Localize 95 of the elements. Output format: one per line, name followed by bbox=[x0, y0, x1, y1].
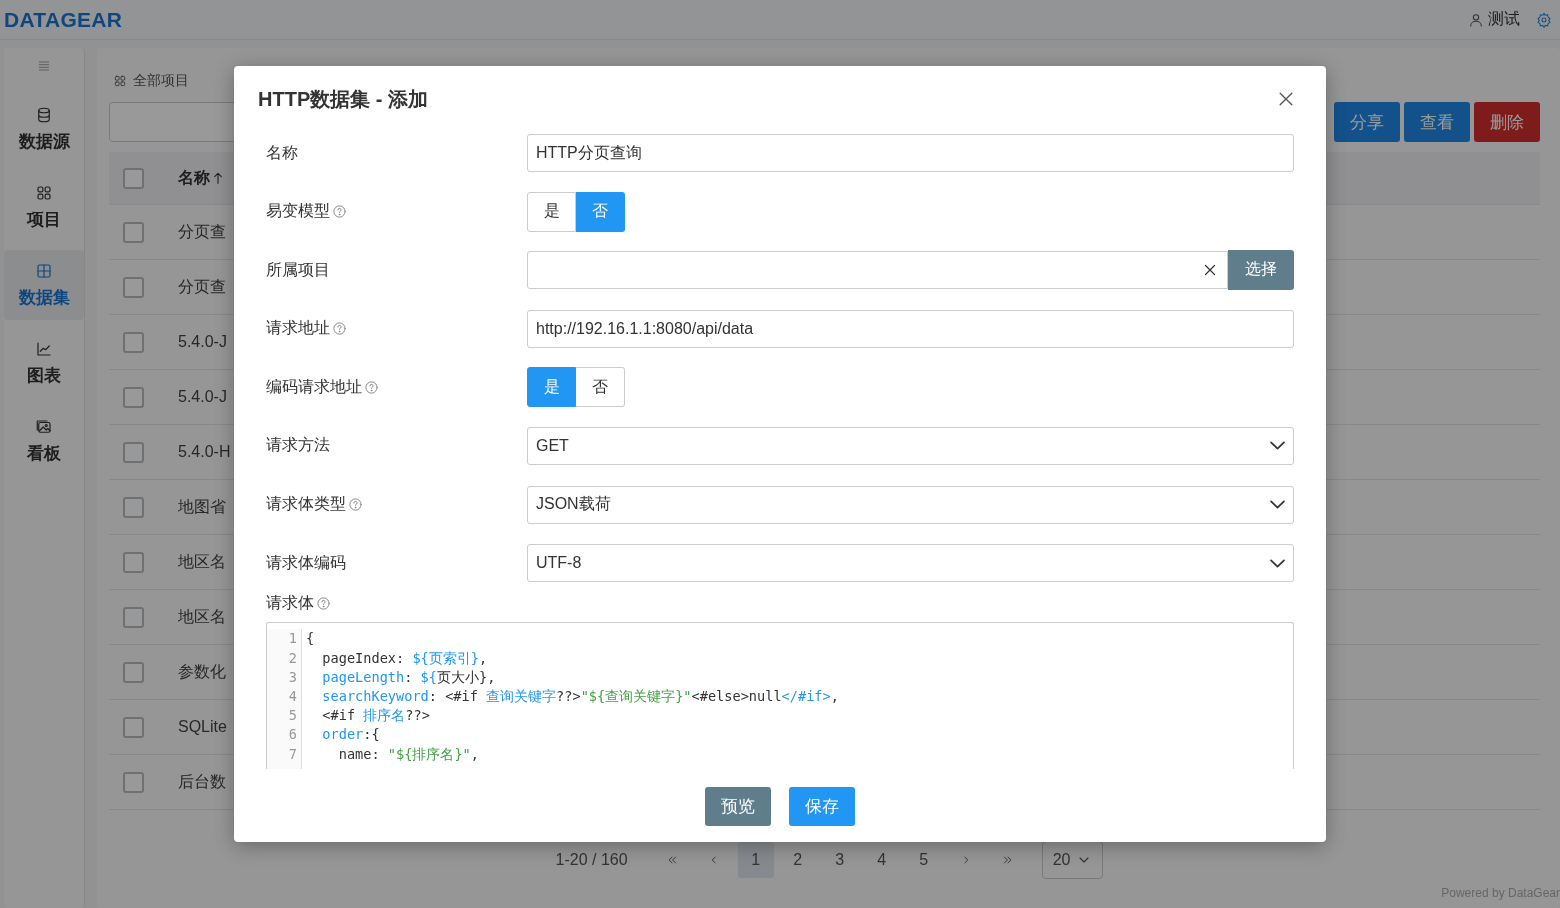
page-button[interactable]: 3 bbox=[821, 842, 858, 878]
table-cell: SQLite bbox=[178, 718, 227, 736]
sidebar-item[interactable]: 项目 bbox=[4, 172, 84, 242]
person-icon bbox=[1468, 11, 1484, 28]
logo: DATAGEAR bbox=[4, 7, 123, 32]
help-icon[interactable] bbox=[348, 497, 363, 513]
table-cell-text: 地区名 bbox=[178, 551, 226, 572]
code-line: searchKeyword: <#if 查询关键字??>"${查询关键字}"<#else>null</#if>, bbox=[321, 686, 839, 706]
help-icon[interactable] bbox=[316, 595, 331, 611]
checkbox[interactable] bbox=[123, 167, 144, 189]
dialog-title: HTTP数据集 - 添加 bbox=[258, 86, 428, 112]
field-label: 编码请求地址 bbox=[266, 376, 362, 397]
checkbox[interactable] bbox=[123, 661, 144, 683]
toggle-option[interactable]: 是 bbox=[527, 367, 576, 408]
page-button[interactable]: 2 bbox=[779, 842, 816, 878]
code-line: { bbox=[306, 629, 316, 649]
checkbox[interactable] bbox=[123, 496, 144, 518]
select-button[interactable]: 选择 bbox=[1228, 249, 1294, 290]
select-field[interactable]: JSON载荷 bbox=[527, 485, 1294, 524]
field-label: 请求体编码 bbox=[266, 552, 346, 573]
table-cell: 5.4.0-J bbox=[178, 388, 227, 406]
help-icon[interactable] bbox=[332, 321, 347, 337]
sidebar-item[interactable]: 数据源 bbox=[4, 94, 84, 164]
table-cell-text: 分页查 bbox=[178, 221, 226, 242]
checkbox[interactable] bbox=[123, 331, 144, 353]
table-icon bbox=[35, 261, 53, 280]
page-button[interactable]: 1 bbox=[737, 842, 774, 878]
line-number: 2 bbox=[287, 648, 297, 668]
checkbox[interactable] bbox=[123, 771, 144, 793]
input-field[interactable]: http://192.16.1.1:8080/api/data bbox=[527, 309, 1294, 348]
checkbox[interactable] bbox=[123, 551, 144, 573]
select-field[interactable]: GET bbox=[527, 426, 1294, 465]
code-editor[interactable]: 1 2 3 4 5 6 7 { pageIndex: ${页索引}, pageLength: ${页大小}, searchKeyword: <#if 查询关键字??>"${查询关键字}"<#else>null</#if>, <#if 排序名??> order:{ name: "${排序名}", bbox=[266, 622, 1294, 770]
field-label: 所属项目 bbox=[266, 259, 330, 280]
code-line: pageLength: ${页大小}, bbox=[321, 667, 497, 687]
toggle-option[interactable]: 是 bbox=[527, 191, 576, 232]
sidebar-item[interactable]: 看板 bbox=[4, 406, 84, 476]
settings-icon[interactable] bbox=[1536, 11, 1552, 28]
grid-icon bbox=[113, 74, 127, 88]
checkbox[interactable] bbox=[123, 606, 144, 628]
input-field[interactable]: HTTP分页查询 bbox=[527, 134, 1294, 172]
table-cell-text: 分页查 bbox=[178, 276, 226, 297]
sidebar-item[interactable]: 数据集 bbox=[4, 250, 84, 320]
code-line: order:{ bbox=[321, 725, 381, 745]
page-button[interactable]: 5 bbox=[905, 842, 942, 878]
help-icon[interactable] bbox=[364, 379, 379, 395]
database-icon bbox=[35, 105, 53, 124]
picture-icon bbox=[35, 417, 53, 436]
page-info: 1-20 / 160 bbox=[555, 851, 628, 869]
save-button[interactable]: 保存 bbox=[789, 787, 855, 826]
action-button[interactable]: 查看 bbox=[1404, 102, 1470, 142]
field-label: 易变模型 bbox=[266, 201, 330, 222]
page-button[interactable]: 4 bbox=[863, 842, 900, 878]
table-cell-text: 后台数 bbox=[178, 771, 226, 792]
line-number: 7 bbox=[287, 744, 297, 764]
toggle-option[interactable]: 否 bbox=[576, 191, 625, 232]
chevron-down-icon bbox=[1270, 441, 1285, 451]
table-cell: 5.4.0-J bbox=[178, 333, 227, 351]
table-cell-text: 地区名 bbox=[178, 606, 226, 627]
input-field[interactable] bbox=[527, 250, 1228, 289]
checkbox[interactable] bbox=[123, 276, 144, 298]
code-line: name: "${排序名}", bbox=[337, 744, 480, 764]
grid-icon bbox=[35, 183, 53, 202]
select-field[interactable]: UTF-8 bbox=[527, 544, 1294, 583]
code-line: pageIndex: ${页索引}, bbox=[321, 648, 489, 668]
sidebar-item[interactable]: 图表 bbox=[4, 328, 84, 398]
user-name[interactable]: 测试 bbox=[1488, 9, 1520, 30]
checkbox[interactable] bbox=[123, 221, 144, 243]
checkbox[interactable] bbox=[123, 386, 144, 408]
checkbox[interactable] bbox=[123, 441, 144, 463]
toggle-option[interactable]: 否 bbox=[576, 367, 625, 408]
field-label: 名称 bbox=[266, 142, 298, 163]
preview-button[interactable]: 预览 bbox=[705, 787, 771, 826]
chevron-down-icon bbox=[1270, 558, 1285, 568]
chevron-down-icon bbox=[1270, 500, 1285, 510]
column-header[interactable]: 名称 bbox=[178, 167, 210, 189]
action-button[interactable]: 分享 bbox=[1334, 102, 1400, 142]
table-cell: 5.4.0-H bbox=[178, 443, 231, 461]
breadcrumb[interactable]: 全部项目 bbox=[133, 72, 189, 90]
help-icon[interactable] bbox=[332, 204, 347, 220]
delete-button[interactable]: 删除 bbox=[1474, 102, 1540, 142]
line-number: 4 bbox=[287, 686, 297, 706]
line-number: 3 bbox=[287, 667, 297, 687]
line-number: 5 bbox=[287, 706, 297, 726]
line-number: 1 bbox=[287, 629, 297, 649]
line-number: 6 bbox=[287, 725, 297, 745]
code-line: <#if 排序名??> bbox=[321, 706, 431, 726]
field-label: 请求体 bbox=[266, 592, 314, 613]
field-label: 请求地址 bbox=[266, 318, 330, 339]
menu-icon[interactable] bbox=[36, 58, 52, 74]
checkbox[interactable] bbox=[123, 716, 144, 738]
field-label: 请求方法 bbox=[266, 435, 330, 456]
table-cell-text: 参数化 bbox=[178, 661, 226, 682]
field-label: 请求体类型 bbox=[266, 494, 346, 515]
table-cell-text: 地图省 bbox=[178, 496, 226, 517]
